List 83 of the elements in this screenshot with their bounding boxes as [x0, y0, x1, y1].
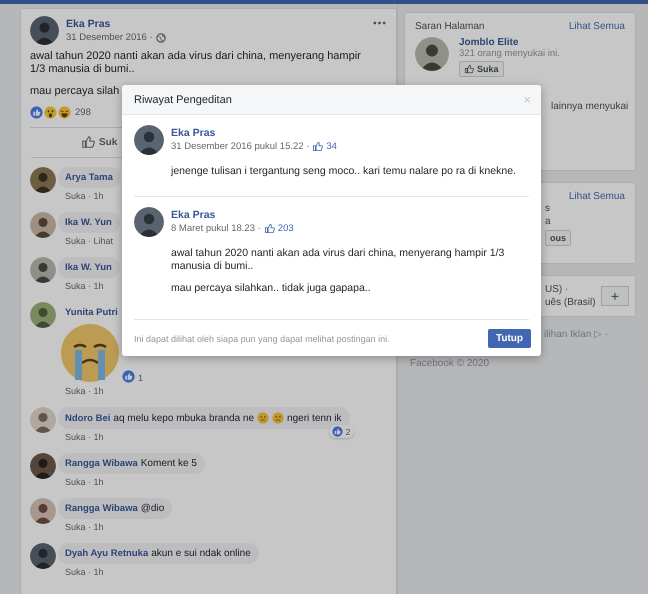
- commenter-name[interactable]: Rangga Wibawa: [65, 458, 138, 469]
- thumbs-up-icon: [464, 64, 474, 74]
- close-button[interactable]: Tutup: [488, 329, 531, 348]
- add-language-button[interactable]: +: [601, 286, 629, 306]
- crying-face-sticker: [60, 323, 120, 383]
- see-all-link[interactable]: Lihat Semua: [568, 21, 625, 32]
- author-name[interactable]: Eka Pras: [171, 207, 216, 221]
- avatar: [30, 407, 56, 433]
- avatar: [30, 212, 56, 238]
- avatar: [30, 453, 56, 479]
- comment-actions[interactable]: Suka · 1h: [65, 522, 104, 532]
- avatar: [415, 37, 449, 71]
- commenter-name[interactable]: Arya Tama: [65, 172, 113, 183]
- visibility-note: Ini dapat dilihat oleh siapa pun yang dapat melihat postingan ini.: [134, 334, 390, 344]
- thumbs-up-icon: [312, 141, 324, 152]
- dialog-title: Riwayat Pengeditan: [134, 94, 232, 106]
- comment-actions[interactable]: Suka · 1h: [65, 386, 104, 396]
- commenter-name[interactable]: Yunita Putri: [58, 302, 125, 323]
- reaction-count: 2: [346, 426, 351, 436]
- see-all-link[interactable]: Lihat Semua: [568, 191, 625, 202]
- section-title: Saran Halaman: [415, 21, 484, 32]
- language-link[interactable]: uês (Brasil): [545, 296, 596, 309]
- like-reaction-icon: [122, 370, 135, 383]
- author-name[interactable]: Eka Pras: [66, 18, 110, 30]
- confused-face-icon: [257, 412, 270, 424]
- comment-actions[interactable]: Suka · 1h: [65, 567, 104, 577]
- avatar: [30, 16, 59, 45]
- avatar: [30, 498, 56, 524]
- post-text: mau percaya silahkan.. tidak juga gapapa..: [171, 282, 372, 295]
- laughing-reaction-icon: [58, 106, 71, 119]
- like-button[interactable]: Suk: [81, 133, 118, 151]
- page-likes: 321 orang menyukai ini.: [459, 48, 560, 59]
- globe-icon: [156, 32, 166, 42]
- commenter-name[interactable]: Dyah Ayu Retnuka: [65, 548, 148, 559]
- commenter-name[interactable]: Ika W. Yun: [65, 217, 112, 228]
- page-name[interactable]: Jomblo Elite: [459, 37, 560, 48]
- comment-text: Koment ke 5: [140, 458, 197, 469]
- comment-text: akun e sui ndak online: [151, 548, 251, 559]
- comment-text: ngeri tenn ik: [287, 412, 342, 424]
- comment-actions[interactable]: Suka · Lihat: [65, 236, 114, 246]
- like-reaction-icon: [332, 426, 343, 437]
- edit-timestamp: 31 Desember 2016 pukul 15.22 ·: [171, 141, 310, 152]
- reaction-count[interactable]: 1: [138, 373, 144, 383]
- footer-text: Facebook © 2020: [410, 358, 490, 369]
- post-text: jenenge tulisan i tergantung seng moco.. kari temu nalare po ra di knekne.: [171, 165, 517, 178]
- friends-like-text: lainnya menyukai: [551, 101, 625, 112]
- post-date[interactable]: 31 Desember 2016 ·: [66, 32, 153, 43]
- author-name[interactable]: Eka Pras: [171, 125, 216, 139]
- avatar: [30, 257, 56, 283]
- like-count: 34: [326, 141, 337, 152]
- comment-actions[interactable]: Suka · 1h: [65, 191, 104, 201]
- like-count: 203: [278, 223, 294, 234]
- post-text: awal tahun 2020 nanti akan ada virus dari china, menyerang hampir 1/3 manusia di bumi..: [30, 50, 362, 76]
- post-text: mau percaya silah: [30, 85, 120, 98]
- like-page-button[interactable]: Suka: [459, 61, 504, 77]
- reaction-badge[interactable]: 2: [328, 425, 354, 438]
- comment-actions[interactable]: Suka · 1h: [65, 432, 104, 442]
- edit-timestamp: 8 Maret pukul 18.23 ·: [171, 223, 261, 234]
- avatar: [30, 543, 56, 569]
- more-options-icon: [373, 20, 386, 26]
- commenter-name[interactable]: Ika W. Yun: [65, 262, 112, 273]
- thumbs-up-icon: [264, 223, 275, 234]
- avatar: [30, 302, 56, 328]
- wow-reaction-icon: [44, 106, 57, 119]
- post-text: awal tahun 2020 nanti akan ada virus dari china, menyerang hampir 1/3 manusia di bumi..: [171, 247, 506, 273]
- page-info-text: s: [545, 202, 551, 215]
- avatar: [30, 167, 56, 193]
- avatar: [134, 125, 164, 155]
- comment-text: aq melu kepo mbuka branda ne: [113, 412, 254, 424]
- reaction-count[interactable]: 298: [75, 107, 91, 118]
- page-info-text: a: [545, 215, 552, 228]
- language-link[interactable]: US) ·: [545, 283, 596, 296]
- commenter-name[interactable]: Rangga Wibawa: [65, 503, 138, 514]
- like-reaction-icon: [30, 106, 43, 119]
- thumbs-up-icon: [81, 135, 95, 149]
- comment-text: @dio: [140, 503, 164, 514]
- footer-text: ilihan Iklan ▷ ·: [544, 328, 608, 340]
- page-button[interactable]: ous: [545, 230, 572, 246]
- comment-actions[interactable]: Suka · 1h: [65, 477, 104, 487]
- comment-actions[interactable]: Suka · 1h: [65, 281, 104, 291]
- commenter-name[interactable]: Ndoro Bei: [65, 412, 110, 424]
- avatar: [134, 207, 164, 237]
- confused-face-icon: [272, 412, 284, 424]
